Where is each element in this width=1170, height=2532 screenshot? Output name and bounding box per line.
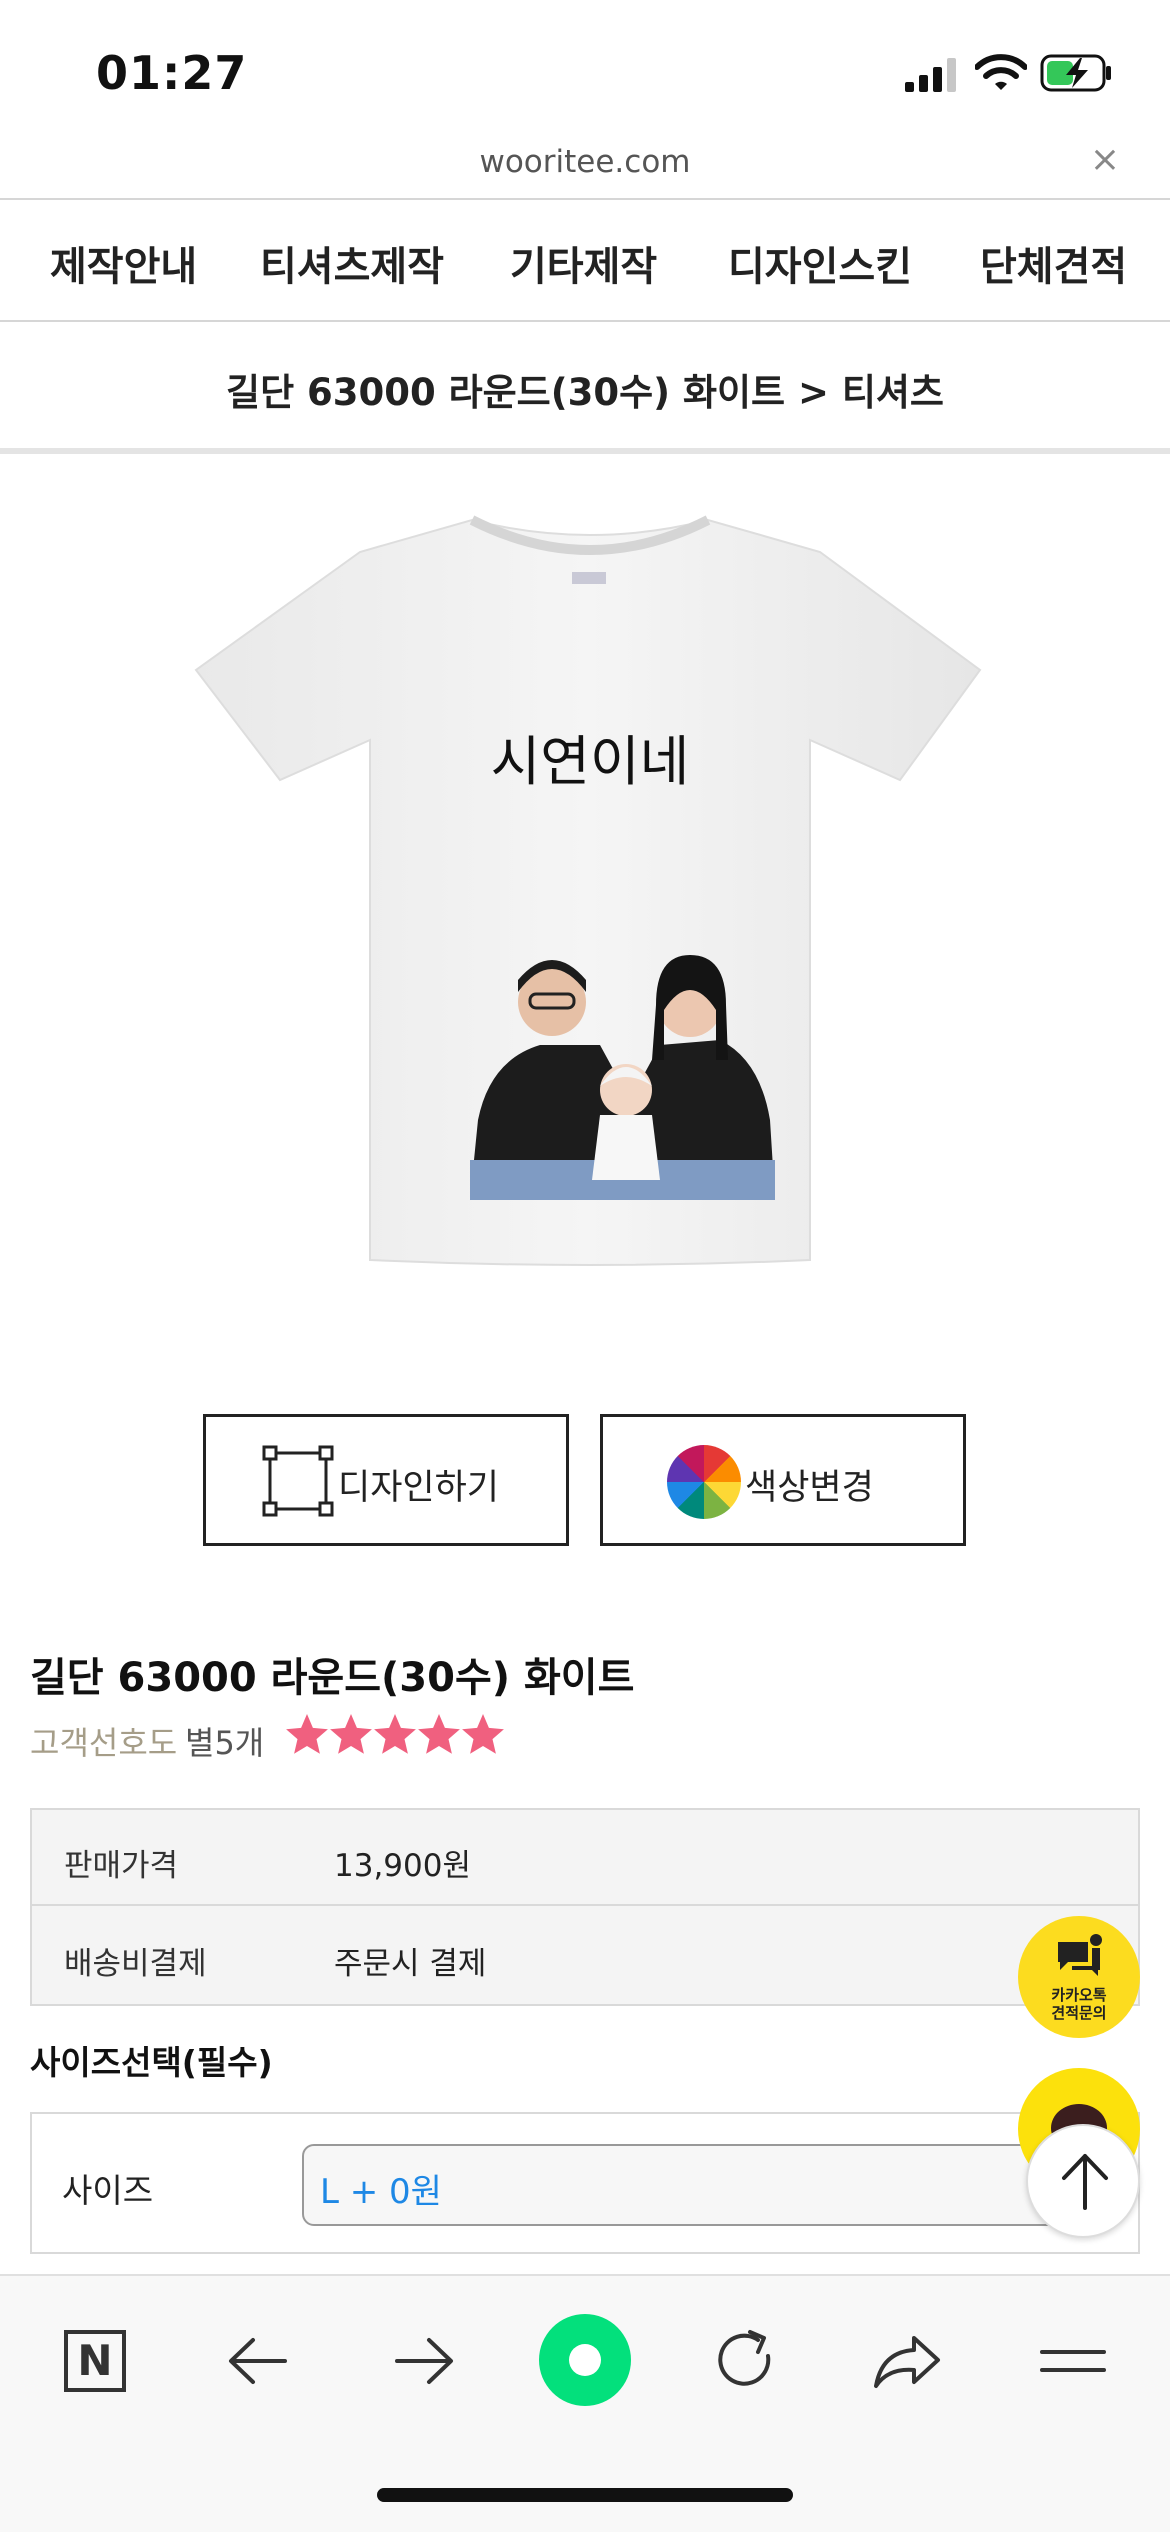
size-select[interactable]: L + 0원 [302, 2144, 1092, 2226]
forward-arrow-icon [395, 2338, 453, 2384]
change-color-button-label: 색상변경 [745, 1468, 874, 1508]
close-icon[interactable]: × [1090, 142, 1120, 178]
preference-label: 고객선호도 [30, 1724, 178, 1762]
menu-icon [1040, 2350, 1106, 2372]
share-button[interactable] [862, 2316, 952, 2406]
naver-home-button[interactable]: N [50, 2316, 140, 2406]
star-icon [374, 1714, 416, 1754]
star-icon [462, 1714, 504, 1754]
size-section-heading: 사이즈선택(필수) [30, 2043, 273, 2082]
menu-button[interactable] [1028, 2316, 1118, 2406]
design-button[interactable]: 디자인하기 [203, 1414, 569, 1546]
shipping-label: 배송비결제 [64, 1946, 207, 1982]
size-label: 사이즈 [62, 2171, 154, 2210]
star-icon [330, 1714, 372, 1754]
arrow-up-icon [1062, 2154, 1108, 2210]
price-table: 판매가격 13,900원 배송비결제 주문시 결제 [30, 1808, 1140, 2006]
nav-item-group-quote[interactable]: 단체견적 [980, 234, 1127, 292]
status-time: 01:27 [96, 46, 248, 100]
home-indicator [377, 2488, 793, 2502]
url-text[interactable]: wooritee.com [0, 144, 1170, 180]
breadcrumb-text[interactable]: 길단 63000 라운드(30수) 화이트 > 티셔츠 [0, 362, 1170, 416]
price-row: 판매가격 13,900원 [32, 1810, 1138, 1906]
forward-button[interactable] [377, 2316, 467, 2406]
nav-item-other-production[interactable]: 기타제작 [510, 234, 657, 292]
refresh-icon [718, 2330, 771, 2386]
color-wheel-icon [667, 1445, 741, 1519]
back-button[interactable] [215, 2316, 305, 2406]
change-color-button[interactable]: 색상변경 [600, 1414, 966, 1546]
url-bar[interactable]: wooritee.com × [0, 140, 1170, 198]
shipping-row: 배송비결제 주문시 결제 [32, 1908, 1138, 2004]
back-arrow-icon [229, 2338, 287, 2384]
status-bar: 01:27 [0, 0, 1170, 140]
nav-item-production-guide[interactable]: 제작안내 [50, 234, 197, 292]
star-rating [286, 1714, 504, 1754]
kakao-quote-inquiry-button[interactable]: 카카오톡 견적문의 [1018, 1916, 1140, 2038]
cellular-signal-icon [905, 58, 956, 92]
design-frame-icon [262, 1445, 334, 1517]
kakao-inquiry-text: 카카오톡 견적문의 [1051, 1986, 1107, 2022]
size-selected-value: L + 0원 [320, 2172, 442, 2212]
breadcrumb: 길단 63000 라운드(30수) 화이트 > 티셔츠 [0, 322, 1170, 454]
nav-item-design-skin[interactable]: 디자인스킨 [728, 234, 912, 292]
category-nav: 제작안내 티셔츠제작 기타제작 디자인스킨 단체견적 [0, 198, 1170, 322]
wifi-icon [975, 54, 1027, 90]
product-title: 길단 63000 라운드(30수) 화이트 [30, 1655, 635, 1701]
size-option-box: 사이즈 L + 0원 [30, 2112, 1140, 2254]
chat-bubble-icon [1058, 1934, 1102, 1976]
preference-count: 별5개 [185, 1724, 265, 1762]
green-dot-icon [569, 2344, 601, 2376]
shirt-print-text: 시연이네 [491, 730, 690, 793]
refresh-button[interactable] [700, 2316, 790, 2406]
price-value: 13,900원 [334, 1848, 471, 1884]
design-button-label: 디자인하기 [338, 1468, 500, 1508]
nav-item-tshirt-production[interactable]: 티셔츠제작 [260, 234, 444, 292]
star-icon [418, 1714, 460, 1754]
green-dot-button[interactable] [539, 2314, 631, 2406]
product-tshirt-image: 시연이네 [194, 515, 982, 1266]
price-label: 판매가격 [64, 1848, 179, 1884]
shipping-value: 주문시 결제 [334, 1946, 487, 1982]
share-icon [874, 2336, 940, 2388]
star-icon [286, 1714, 328, 1754]
scroll-to-top-button[interactable] [1026, 2124, 1140, 2238]
battery-icon [1040, 54, 1111, 92]
